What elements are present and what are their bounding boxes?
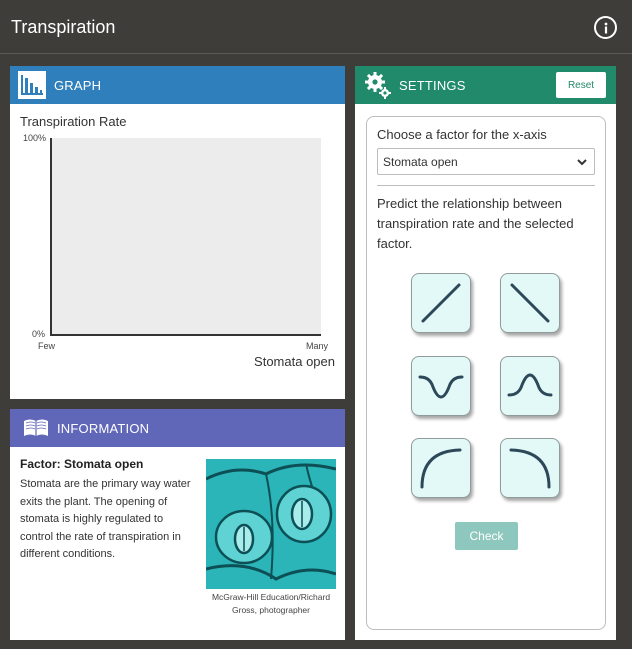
factor-dropdown-value: Stomata open [383, 154, 458, 169]
graph-header-label: GRAPH [54, 77, 102, 93]
gears-icon [362, 70, 393, 101]
bell-shape-button[interactable] [500, 356, 560, 416]
declining-curve-button[interactable] [500, 438, 560, 498]
info-button[interactable] [594, 16, 617, 39]
information-header-label: INFORMATION [57, 420, 150, 436]
decreasing-line-button[interactable] [500, 273, 560, 333]
graph-panel: GRAPH Transpiration Rate 100% 0% Few Man… [10, 66, 345, 399]
decreasing-line-icon [510, 283, 550, 323]
x-axis [50, 334, 321, 336]
settings-header-label: SETTINGS [399, 77, 466, 93]
y-axis-title: Transpiration Rate [20, 114, 127, 129]
saturating-curve-icon [420, 448, 462, 489]
x-tick-right: Many [306, 341, 329, 351]
y-tick-top: 100% [23, 133, 47, 143]
top-bar: Transpiration [0, 0, 632, 54]
x-axis-title: Stomata open [254, 354, 335, 369]
graph-panel-header: GRAPH [10, 66, 345, 104]
y-axis [50, 138, 52, 336]
info-icon [604, 22, 607, 33]
photo-credit: McGraw-Hill Education/Richard Gross, pho… [211, 592, 331, 615]
book-icon [20, 413, 51, 444]
settings-content: Choose a factor for the x-axis Stomata o… [366, 116, 606, 630]
factor-dropdown[interactable]: Stomata open [377, 148, 595, 175]
check-button[interactable]: Check [455, 522, 518, 550]
plot-area [51, 138, 321, 334]
bell-curve-icon [507, 373, 553, 397]
declining-curve-icon [509, 448, 551, 489]
x-tick-left: Few [38, 341, 56, 351]
chevron-down-icon [577, 159, 587, 166]
information-panel-header: INFORMATION [10, 409, 345, 447]
bar-chart-icon [18, 71, 46, 99]
increasing-line-button[interactable] [411, 273, 471, 333]
predict-instructions: Predict the relationship between transpi… [377, 196, 574, 251]
stomata-photo [206, 459, 336, 589]
y-tick-bottom: 0% [32, 329, 46, 339]
saturating-curve-button[interactable] [411, 438, 471, 498]
divider [377, 185, 595, 186]
information-panel: INFORMATION Factor: Stomata open Stomata… [10, 409, 345, 640]
increasing-line-icon [421, 283, 461, 323]
u-curve-icon [418, 375, 464, 399]
factor-description: Stomata are the primary way water exits … [20, 478, 191, 560]
app-title: Transpiration [11, 17, 116, 37]
settings-panel: SETTINGS Reset Choose a factor for the x… [355, 66, 616, 640]
u-shape-button[interactable] [411, 356, 471, 416]
choose-factor-label: Choose a factor for the x-axis [377, 127, 547, 142]
factor-title: Factor: Stomata open [20, 457, 144, 471]
settings-panel-header: SETTINGS Reset [355, 66, 616, 104]
reset-button[interactable]: Reset [556, 72, 606, 98]
